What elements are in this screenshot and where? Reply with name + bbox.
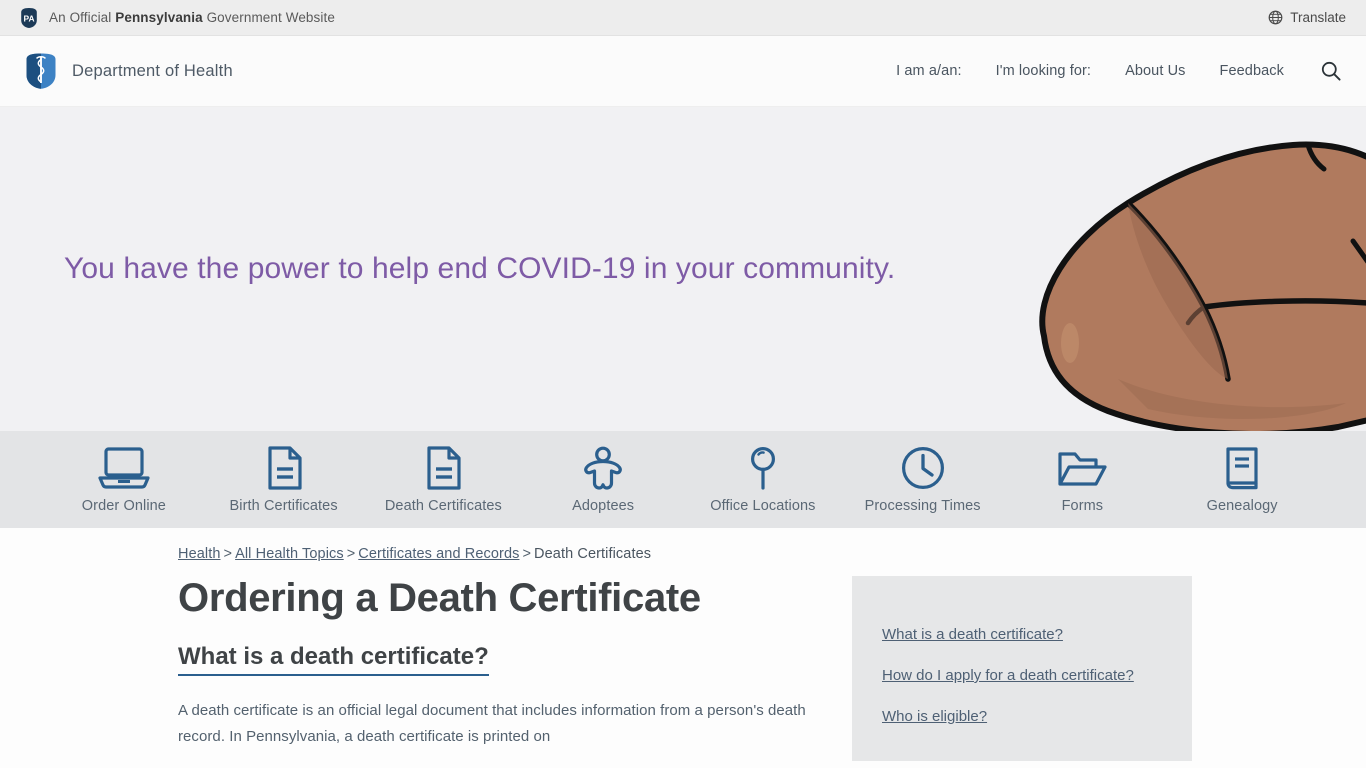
official-government-banner: PA An Official Pennsylvania Government W… (0, 0, 1366, 36)
quick-link-genealogy[interactable]: Genealogy (1162, 445, 1322, 514)
laptop-icon (98, 447, 150, 489)
child-icon (584, 446, 622, 490)
translate-button[interactable]: Translate (1268, 10, 1346, 25)
gov-banner-prefix: An Official (49, 10, 116, 25)
globe-icon (1268, 10, 1283, 25)
gov-banner-text: An Official Pennsylvania Government Webs… (49, 10, 335, 25)
brand-name: Department of Health (72, 61, 233, 80)
page-title: Ordering a Death Certificate (178, 576, 701, 620)
document-icon (427, 446, 461, 490)
content-columns: Ordering a Death Certificate What is a d… (178, 576, 1192, 762)
quick-link-label: Birth Certificates (229, 498, 338, 514)
quick-link-label: Death Certificates (384, 498, 502, 514)
body-paragraph: A death certificate is an official legal… (178, 701, 806, 746)
quick-link-label: Office Locations (710, 498, 816, 514)
breadcrumb-separator: > (223, 546, 233, 562)
document-icon (268, 446, 302, 490)
search-icon[interactable] (1320, 60, 1342, 82)
flexed-arm-illustration-icon (1039, 141, 1366, 431)
pa-keystone-icon: PA (21, 7, 37, 28)
quick-link-label: Processing Times (864, 498, 981, 514)
quick-link-birth-certificates[interactable]: Birth Certificates (204, 445, 364, 514)
gov-banner-suffix: Government Website (202, 10, 335, 25)
breadcrumb-item-current: Death Certificates (534, 546, 652, 562)
clock-icon (901, 447, 944, 489)
breadcrumb-item-health[interactable]: Health (178, 546, 221, 562)
on-this-page-panel: What is a death certificate? How do I ap… (852, 576, 1192, 762)
translate-label: Translate (1290, 10, 1346, 25)
page-content: Health > All Health Topics > Certificates an… (0, 528, 1366, 768)
breadcrumb-separator: > (346, 546, 356, 562)
quick-link-processing-times[interactable]: Processing Times (843, 445, 1003, 514)
breadcrumb-separator: > (522, 546, 532, 562)
main-navigation: I am a/an: I'm looking for: About Us Fee… (896, 60, 1342, 82)
sidebar-link-who-is-eligible[interactable]: Who is eligible? (882, 703, 1162, 732)
nav-item-about-us[interactable]: About Us (1125, 63, 1185, 79)
map-pin-icon (750, 447, 775, 490)
quick-link-label: Adoptees (572, 498, 635, 514)
hero-headline: You have the power to help end COVID-19 … (64, 252, 896, 286)
quick-links-icon-bar: Order Online Birth Certificates Death Ce… (0, 431, 1366, 528)
book-icon (1226, 447, 1258, 490)
breadcrumb: Health > All Health Topics > Certificates an… (178, 528, 1188, 562)
quick-link-forms[interactable]: Forms (1003, 445, 1163, 514)
department-of-health-logo-icon (26, 53, 56, 89)
quick-link-adoptees[interactable]: Adoptees (523, 445, 683, 514)
breadcrumb-item-all-health-topics[interactable]: All Health Topics (235, 546, 344, 562)
quick-link-label: Forms (1061, 498, 1104, 514)
hero-banner: You have the power to help end COVID-19 … (0, 107, 1366, 431)
main-column: Ordering a Death Certificate What is a d… (178, 576, 852, 761)
folder-icon (1058, 452, 1107, 486)
sidebar-link-how-do-i-apply[interactable]: How do I apply for a death certificate? (882, 662, 1162, 691)
nav-item-im-looking-for[interactable]: I'm looking for: (996, 63, 1091, 79)
nav-item-feedback[interactable]: Feedback (1220, 63, 1284, 79)
quick-link-label: Order Online (81, 498, 166, 514)
quick-link-order-online[interactable]: Order Online (44, 445, 204, 514)
svg-text:PA: PA (23, 13, 34, 23)
sidebar-link-what-is-a-death-certificate[interactable]: What is a death certificate? (882, 621, 1162, 650)
gov-banner-bold: Pennsylvania (115, 10, 203, 25)
site-header: Department of Health I am a/an: I'm look… (0, 36, 1366, 107)
brand-home-link[interactable]: Department of Health (24, 52, 233, 90)
quick-link-death-certificates[interactable]: Death Certificates (364, 445, 524, 514)
quick-link-office-locations[interactable]: Office Locations (683, 445, 843, 514)
quick-link-label: Genealogy (1206, 498, 1278, 514)
section-heading: What is a death certificate? (178, 643, 489, 676)
content-container: Health > All Health Topics > Certificates an… (178, 528, 1192, 762)
breadcrumb-item-certificates-and-records[interactable]: Certificates and Records (358, 546, 519, 562)
sidebar-column: What is a death certificate? How do I ap… (852, 576, 1192, 762)
nav-item-i-am-a[interactable]: I am a/an: (896, 63, 961, 79)
